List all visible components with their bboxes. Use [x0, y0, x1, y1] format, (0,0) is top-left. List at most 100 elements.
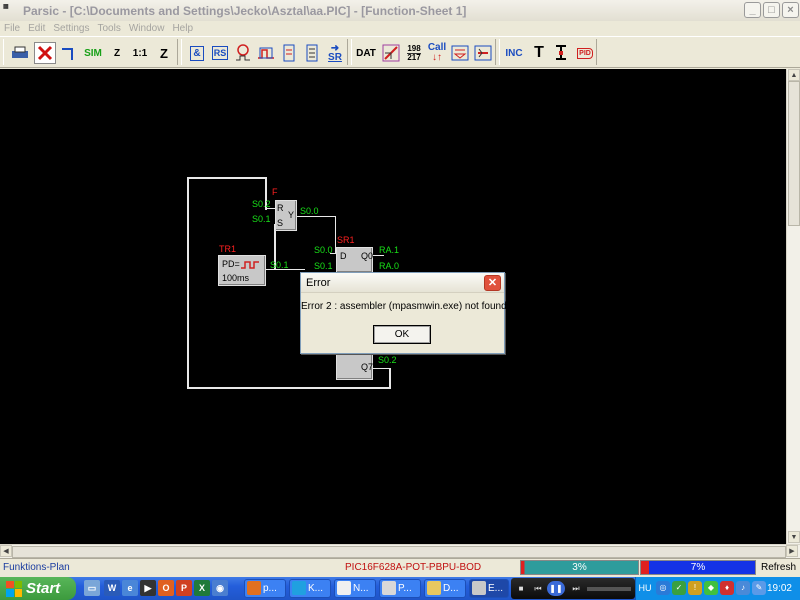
- timer-icon[interactable]: [232, 42, 254, 64]
- vertical-scrollbar[interactable]: ▲ ▼: [786, 69, 800, 544]
- ok-button[interactable]: OK: [373, 325, 431, 344]
- dat-button[interactable]: DAT: [354, 42, 378, 64]
- start-button[interactable]: Start: [0, 577, 76, 600]
- show-desktop-icon[interactable]: ▭: [84, 580, 100, 596]
- word-icon[interactable]: W: [104, 580, 120, 596]
- shiftreg-out-q1-signal: RA.0: [379, 261, 400, 271]
- delete-x-icon[interactable]: [34, 42, 56, 64]
- text-t-button[interactable]: T: [528, 42, 550, 64]
- progress-bar-2: 7%: [640, 560, 756, 575]
- media-next-icon[interactable]: ⏭: [569, 581, 583, 596]
- menu-tools[interactable]: Tools: [94, 23, 125, 34]
- menu-edit[interactable]: Edit: [24, 23, 49, 34]
- document-icon: [337, 581, 351, 595]
- menu-help[interactable]: Help: [168, 23, 197, 34]
- outlook-icon[interactable]: O: [158, 580, 174, 596]
- timer-name: TR1: [219, 244, 237, 254]
- timer-block[interactable]: PD= 100ms: [218, 255, 266, 286]
- alert-icon[interactable]: ♦: [720, 581, 734, 595]
- menu-settings[interactable]: Settings: [49, 23, 93, 34]
- wire-ff-out: [296, 216, 336, 217]
- rs-flipflop-button[interactable]: RS: [209, 42, 231, 64]
- toolbar: SIM Z 1:1 Z & RS ➜ SR DAT 198 217 Call ↓…: [0, 36, 800, 68]
- media-seek-bar[interactable]: [587, 587, 631, 591]
- task-folder-label: D...: [443, 583, 459, 594]
- refresh-button[interactable]: Refresh: [761, 560, 799, 575]
- flipflop-in-r-signal: S0.2: [252, 199, 271, 209]
- media-pause-icon[interactable]: ❚❚: [547, 581, 565, 596]
- progress-bar-2-text: 7%: [690, 562, 706, 573]
- scroll-down-icon[interactable]: ▼: [788, 531, 800, 543]
- and-gate-button[interactable]: &: [186, 42, 208, 64]
- wire-feedback-left: [187, 177, 189, 389]
- pen-icon[interactable]: ✎: [752, 581, 766, 595]
- scroll-left-icon[interactable]: ◀: [0, 545, 12, 557]
- scroll-up-icon[interactable]: ▲: [788, 69, 800, 81]
- number-format-button[interactable]: 198 217: [403, 42, 425, 64]
- toolbar-group-blocks: & RS ➜ SR: [181, 39, 348, 65]
- task-parsic[interactable]: P...: [379, 579, 421, 598]
- wire-icon[interactable]: [57, 42, 79, 64]
- powerpoint-icon[interactable]: P: [176, 580, 192, 596]
- shift-icon[interactable]: [278, 42, 300, 64]
- analog-icon[interactable]: [380, 42, 402, 64]
- horizontal-scrollbar[interactable]: ◀ ▶: [0, 544, 800, 558]
- task-folder[interactable]: D...: [424, 579, 466, 598]
- volume-icon[interactable]: ♪: [736, 581, 750, 595]
- maximize-button[interactable]: □: [763, 2, 780, 18]
- menu-window[interactable]: Window: [125, 23, 169, 34]
- scroll-right-icon[interactable]: ▶: [786, 545, 798, 557]
- call-button[interactable]: Call ↓↑: [426, 42, 448, 64]
- task-error[interactable]: E...: [469, 579, 509, 598]
- zoom-1-1-button[interactable]: 1:1: [129, 42, 151, 64]
- horizontal-scroll-thumb[interactable]: [12, 546, 786, 558]
- compare-icon[interactable]: [449, 42, 471, 64]
- update-icon[interactable]: !: [688, 581, 702, 595]
- media-player-icon[interactable]: ▶: [140, 580, 156, 596]
- error-dialog-title: Error: [306, 277, 331, 289]
- excel-icon[interactable]: X: [194, 580, 210, 596]
- sim-button[interactable]: SIM: [82, 42, 104, 64]
- task-n[interactable]: N...: [334, 579, 376, 598]
- menu-file[interactable]: File: [0, 23, 24, 34]
- close-button[interactable]: ×: [782, 2, 799, 18]
- and-gate-icon: &: [190, 45, 204, 61]
- shift-register-button[interactable]: ➜ SR: [324, 42, 346, 64]
- print-icon[interactable]: [9, 42, 31, 64]
- media-stop-icon[interactable]: ■: [515, 581, 527, 596]
- counter-icon[interactable]: [255, 42, 277, 64]
- shiftreg-pin-q7: Q7: [361, 362, 374, 372]
- memory-icon[interactable]: [472, 42, 494, 64]
- vertical-scroll-thumb[interactable]: [788, 81, 800, 226]
- updown-arrows-icon: ↓↑: [432, 52, 442, 63]
- minimize-button[interactable]: _: [744, 2, 761, 18]
- network-icon[interactable]: ◎: [656, 581, 670, 595]
- error-dialog: Error ✕ Error 2 : assembler (mpasmwin.ex…: [300, 272, 512, 354]
- security-icon[interactable]: ✓: [672, 581, 686, 595]
- task-firefox-label: p...: [263, 583, 277, 594]
- browser-icon[interactable]: ◉: [212, 580, 228, 596]
- explorer-icon[interactable]: e: [122, 580, 138, 596]
- language-indicator[interactable]: HU: [638, 581, 652, 595]
- task-firefox[interactable]: p...: [244, 579, 286, 598]
- flipflop-pin-y: Y: [288, 210, 295, 220]
- shiftreg-block-top[interactable]: D Q0: [336, 247, 373, 273]
- dialog-close-icon[interactable]: ✕: [484, 275, 501, 291]
- inc-button[interactable]: INC: [502, 42, 526, 64]
- pid-button[interactable]: PID: [573, 42, 597, 64]
- flipflop-name: F: [272, 187, 278, 197]
- parsic-app-icon[interactable]: ▦: [3, 4, 17, 18]
- media-prev-icon[interactable]: ⏮: [531, 581, 545, 596]
- flipflop-in-s-signal: S0.1: [252, 214, 271, 224]
- shiftreg-pin-q0: Q0: [361, 251, 374, 261]
- shiftreg-name: SR1: [337, 235, 355, 245]
- zoom-button[interactable]: Z: [106, 42, 128, 64]
- antivirus-icon[interactable]: ◆: [704, 581, 718, 595]
- shiftreg-block-bottom[interactable]: Q7: [336, 354, 373, 380]
- register-icon[interactable]: [301, 42, 323, 64]
- text-icon[interactable]: [550, 42, 572, 64]
- media-controls: ■ ⏮ ❚❚ ⏭: [511, 578, 635, 599]
- zoom-fit-button[interactable]: Z: [153, 42, 175, 64]
- task-skype[interactable]: K...: [289, 579, 331, 598]
- rs-flipflop-block[interactable]: R S Y: [275, 200, 297, 231]
